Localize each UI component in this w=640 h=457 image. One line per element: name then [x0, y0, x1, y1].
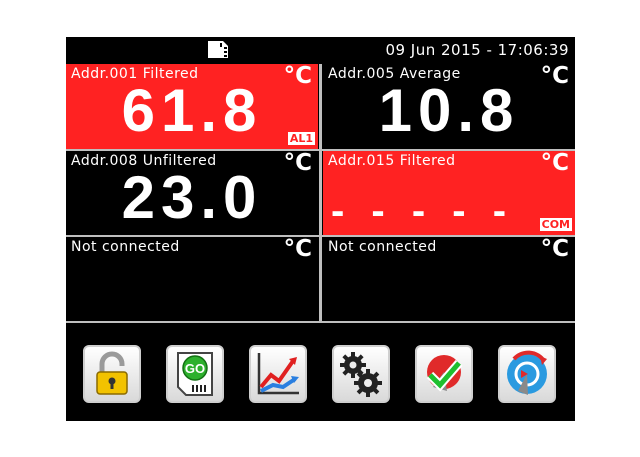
status-bar: 09 Jun 2015 - 17:06:39 [66, 37, 575, 63]
alarm-ack-icon [426, 355, 463, 392]
go-label: GO [185, 361, 205, 376]
device-screen: 09 Jun 2015 - 17:06:39 Addr.001 Filtered… [66, 37, 575, 421]
com-error-flag: COM [539, 218, 572, 231]
channel-value: 10.8 [378, 77, 520, 144]
sd-card-icon [207, 40, 229, 59]
channel-cell-addr015[interactable]: Addr.015 Filtered °C - - - - - COM [323, 151, 575, 235]
channel-cell-empty-left[interactable]: Not connected °C [66, 237, 319, 321]
unit-label: °C [283, 237, 312, 262]
reset-button[interactable] [498, 345, 556, 403]
no-data-dashes: - - - - - [331, 189, 515, 233]
channel-cell-empty-right[interactable]: Not connected °C [323, 237, 575, 321]
lock-icon [96, 351, 128, 395]
channel-label: Not connected [328, 239, 437, 255]
grid-divider [319, 64, 322, 322]
channel-value: 61.8 [121, 77, 263, 144]
unit-label: °C [540, 151, 569, 176]
unit-label: °C [540, 237, 569, 262]
trend-chart-icon [257, 353, 299, 395]
channel-label: Not connected [71, 239, 180, 255]
alarm-ack-button[interactable] [415, 345, 473, 403]
lock-button[interactable] [83, 345, 141, 403]
channel-label: Addr.015 Filtered [328, 153, 456, 169]
gears-icon [340, 352, 382, 397]
channel-cell-addr005[interactable]: Addr.005 Average °C 10.8 [323, 64, 575, 149]
channel-cell-addr008[interactable]: Addr.008 Unfiltered °C 23.0 [66, 151, 318, 235]
go-sd-card-icon: GO [177, 352, 213, 396]
alarm-flag: AL1 [287, 132, 315, 145]
channel-value: 23.0 [121, 164, 263, 231]
settings-button[interactable] [332, 345, 390, 403]
sd-go-button[interactable]: GO [166, 345, 224, 403]
datetime-display: 09 Jun 2015 - 17:06:39 [385, 41, 569, 59]
toolbar: GO [66, 325, 575, 421]
reset-icon [507, 350, 547, 395]
trend-button[interactable] [249, 345, 307, 403]
channel-cell-addr001[interactable]: Addr.001 Filtered °C 61.8 AL1 [66, 64, 318, 149]
